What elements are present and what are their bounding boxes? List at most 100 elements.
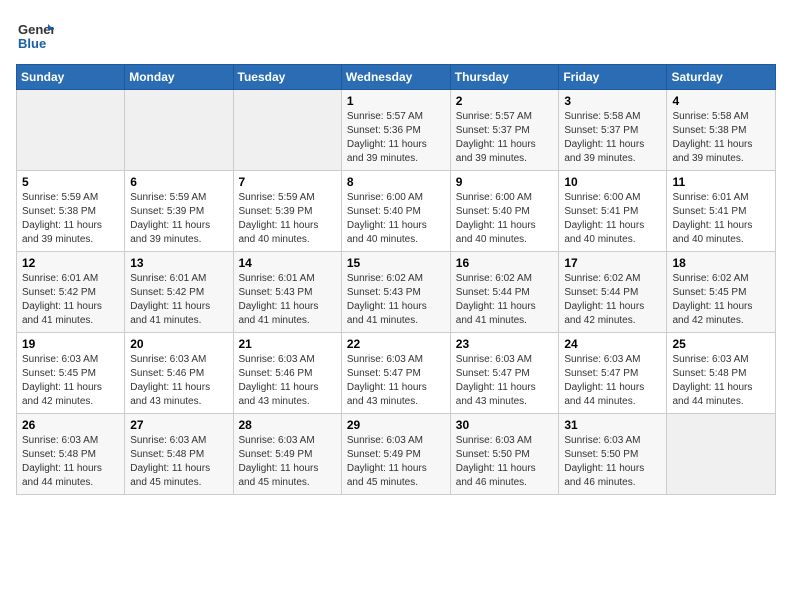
day-info: Sunrise: 6:00 AMSunset: 5:40 PMDaylight:… [347,191,445,247]
day-info: Sunrise: 6:03 AMSunset: 5:46 PMDaylight:… [130,353,227,409]
day-number: 8 [347,175,445,189]
day-info: Sunrise: 6:03 AMSunset: 5:49 PMDaylight:… [239,434,336,490]
weekday-header-thursday: Thursday [450,65,559,90]
day-info: Sunrise: 6:01 AMSunset: 5:41 PMDaylight:… [672,191,770,247]
calendar-cell: 6Sunrise: 5:59 AMSunset: 5:39 PMDaylight… [125,171,233,252]
day-info: Sunrise: 6:03 AMSunset: 5:47 PMDaylight:… [347,353,445,409]
calendar-cell: 20 Sunrise: 6:03 AMSunset: 5:46 PMDayligh… [125,333,233,414]
calendar-cell: 8 Sunrise: 6:00 AMSunset: 5:40 PMDaylight… [341,171,450,252]
day-number: 21 [239,337,336,351]
calendar-table: SundayMondayTuesdayWednesdayThursdayFrid… [16,64,776,495]
svg-text:Blue: Blue [18,36,46,51]
calendar-cell: 25 Sunrise: 6:03 AMSunset: 5:48 PMDayligh… [667,333,776,414]
day-number: 7 [239,175,336,189]
calendar-cell: 7 Sunrise: 5:59 AMSunset: 5:39 PMDaylight… [233,171,341,252]
calendar-cell: 11 Sunrise: 6:01 AMSunset: 5:41 PMDayligh… [667,171,776,252]
weekday-header-sunday: Sunday [17,65,125,90]
day-number: 12 [22,256,119,270]
weekday-header-monday: Monday [125,65,233,90]
calendar-cell: 18 Sunrise: 6:02 AMSunset: 5:45 PMDayligh… [667,252,776,333]
calendar-cell: 10 Sunrise: 6:00 AMSunset: 5:41 PMDayligh… [559,171,667,252]
day-info: Sunrise: 6:01 AMSunset: 5:42 PMDaylight:… [22,272,119,328]
day-info: Sunrise: 5:57 AMSunset: 5:37 PMDaylight:… [456,110,554,166]
calendar-cell [125,90,233,171]
day-number: 13 [130,256,227,270]
day-number: 6 [130,175,227,189]
day-number: 29 [347,418,445,432]
day-info: Sunrise: 6:00 AMSunset: 5:41 PMDaylight:… [564,191,661,247]
day-info: Sunrise: 6:00 AMSunset: 5:40 PMDaylight:… [456,191,554,247]
day-info: Sunrise: 6:03 AMSunset: 5:45 PMDaylight:… [22,353,119,409]
day-number: 4 [672,94,770,108]
calendar-cell: 28 Sunrise: 6:03 AMSunset: 5:49 PMDayligh… [233,414,341,495]
day-number: 15 [347,256,445,270]
calendar-cell: 17 Sunrise: 6:02 AMSunset: 5:44 PMDayligh… [559,252,667,333]
day-number: 11 [672,175,770,189]
day-info: Sunrise: 6:03 AMSunset: 5:48 PMDaylight:… [672,353,770,409]
calendar-cell: 30 Sunrise: 6:03 AMSunset: 5:50 PMDayligh… [450,414,559,495]
day-number: 31 [564,418,661,432]
day-number: 24 [564,337,661,351]
calendar-cell: 13 Sunrise: 6:01 AMSunset: 5:42 PMDayligh… [125,252,233,333]
day-info: Sunrise: 6:03 AMSunset: 5:48 PMDaylight:… [130,434,227,490]
day-info: Sunrise: 6:01 AMSunset: 5:43 PMDaylight:… [239,272,336,328]
day-info: Sunrise: 5:59 AMSunset: 5:39 PMDaylight:… [239,191,336,247]
calendar-cell: 26 Sunrise: 6:03 AMSunset: 5:48 PMDayligh… [17,414,125,495]
day-info: Sunrise: 5:58 AMSunset: 5:37 PMDaylight:… [564,110,661,166]
day-info: Sunrise: 6:03 AMSunset: 5:47 PMDaylight:… [564,353,661,409]
day-number: 27 [130,418,227,432]
day-number: 19 [22,337,119,351]
calendar-cell: 9 Sunrise: 6:00 AMSunset: 5:40 PMDaylight… [450,171,559,252]
calendar-cell: 27 Sunrise: 6:03 AMSunset: 5:48 PMDayligh… [125,414,233,495]
weekday-header-wednesday: Wednesday [341,65,450,90]
calendar-cell: 2 Sunrise: 5:57 AMSunset: 5:37 PMDaylight… [450,90,559,171]
day-info: Sunrise: 6:03 AMSunset: 5:48 PMDaylight:… [22,434,119,490]
day-number: 14 [239,256,336,270]
day-number: 16 [456,256,554,270]
logo: General Blue [16,16,54,54]
day-number: 23 [456,337,554,351]
day-number: 25 [672,337,770,351]
day-info: Sunrise: 6:03 AMSunset: 5:49 PMDaylight:… [347,434,445,490]
logo-icon: General Blue [16,16,54,54]
calendar-cell: 5Sunrise: 5:59 AMSunset: 5:38 PMDaylight… [17,171,125,252]
calendar-cell: 23Sunrise: 6:03 AMSunset: 5:47 PMDayligh… [450,333,559,414]
calendar-cell: 19 Sunrise: 6:03 AMSunset: 5:45 PMDayligh… [17,333,125,414]
day-number: 30 [456,418,554,432]
day-number: 17 [564,256,661,270]
day-number: 5 [22,175,119,189]
calendar-cell: 3 Sunrise: 5:58 AMSunset: 5:37 PMDaylight… [559,90,667,171]
calendar-cell [233,90,341,171]
day-info: Sunrise: 6:02 AMSunset: 5:44 PMDaylight:… [564,272,661,328]
day-info: Sunrise: 5:57 AMSunset: 5:36 PMDaylight:… [347,110,445,166]
day-number: 20 [130,337,227,351]
calendar-cell: 12 Sunrise: 6:01 AMSunset: 5:42 PMDayligh… [17,252,125,333]
day-number: 1 [347,94,445,108]
day-number: 26 [22,418,119,432]
day-info: Sunrise: 6:01 AMSunset: 5:42 PMDaylight:… [130,272,227,328]
weekday-header-friday: Friday [559,65,667,90]
day-number: 9 [456,175,554,189]
day-info: Sunrise: 6:03 AMSunset: 5:50 PMDaylight:… [564,434,661,490]
day-number: 22 [347,337,445,351]
page-header: General Blue [16,16,776,54]
weekday-header-saturday: Saturday [667,65,776,90]
calendar-cell: 29 Sunrise: 6:03 AMSunset: 5:49 PMDayligh… [341,414,450,495]
calendar-cell: 24 Sunrise: 6:03 AMSunset: 5:47 PMDayligh… [559,333,667,414]
day-number: 2 [456,94,554,108]
weekday-header-tuesday: Tuesday [233,65,341,90]
day-info: Sunrise: 6:02 AMSunset: 5:45 PMDaylight:… [672,272,770,328]
calendar-cell: 15Sunrise: 6:02 AMSunset: 5:43 PMDayligh… [341,252,450,333]
day-number: 10 [564,175,661,189]
day-info: Sunrise: 6:03 AMSunset: 5:46 PMDaylight:… [239,353,336,409]
day-info: Sunrise: 6:03 AMSunset: 5:50 PMDaylight:… [456,434,554,490]
calendar-cell: 4 Sunrise: 5:58 AMSunset: 5:38 PMDaylight… [667,90,776,171]
day-info: Sunrise: 5:58 AMSunset: 5:38 PMDaylight:… [672,110,770,166]
day-number: 28 [239,418,336,432]
calendar-cell: 14 Sunrise: 6:01 AMSunset: 5:43 PMDayligh… [233,252,341,333]
calendar-cell: 22 Sunrise: 6:03 AMSunset: 5:47 PMDayligh… [341,333,450,414]
day-number: 18 [672,256,770,270]
day-number: 3 [564,94,661,108]
calendar-cell: 31 Sunrise: 6:03 AMSunset: 5:50 PMDayligh… [559,414,667,495]
calendar-cell: 1 Sunrise: 5:57 AMSunset: 5:36 PMDaylight… [341,90,450,171]
